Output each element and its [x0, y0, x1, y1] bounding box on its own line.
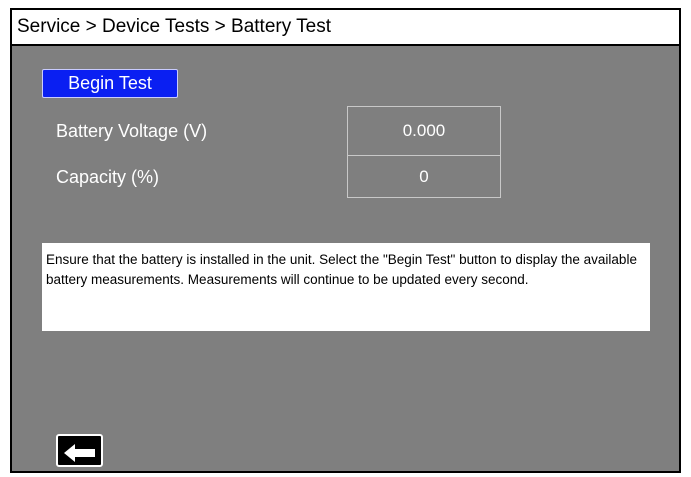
- begin-test-button[interactable]: Begin Test: [42, 69, 178, 98]
- battery-voltage-label: Battery Voltage (V): [56, 121, 208, 141]
- instructions-text: Ensure that the battery is installed in …: [42, 243, 650, 331]
- capacity-label: Capacity (%): [56, 167, 160, 187]
- battery-test-screen: Service > Device Tests > Battery Test Be…: [10, 8, 681, 473]
- arrow-left-icon: [58, 443, 101, 463]
- capacity-value: 0: [347, 155, 501, 198]
- breadcrumb: Service > Device Tests > Battery Test: [12, 10, 679, 46]
- battery-voltage-value: 0.000: [347, 106, 501, 156]
- back-button[interactable]: [56, 434, 103, 467]
